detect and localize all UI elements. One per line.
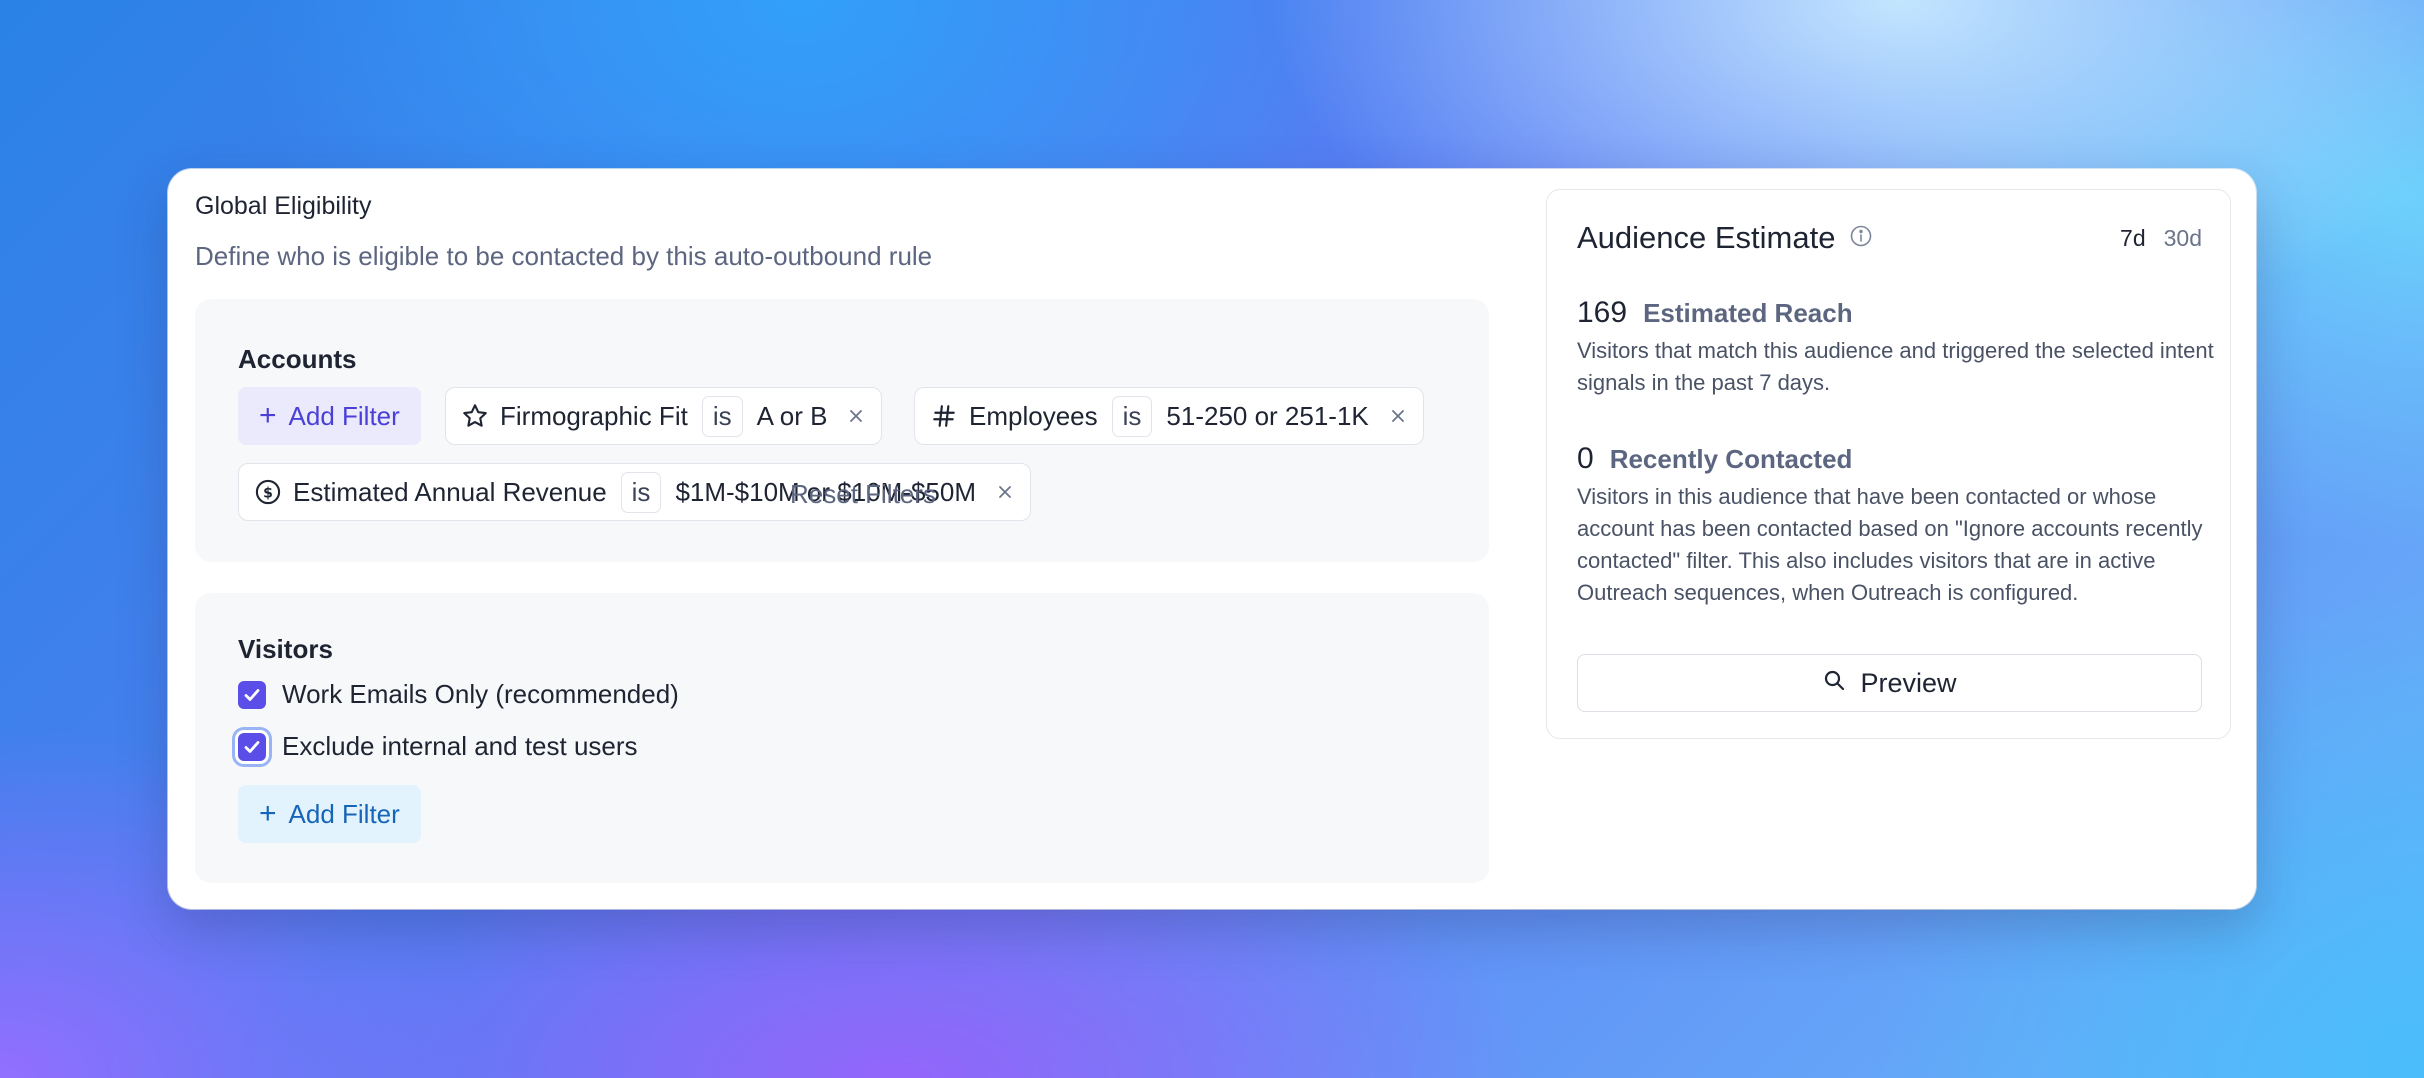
date-range-toggle: 7d 30d	[2120, 225, 2202, 252]
reset-filters-button[interactable]: Reset Filters	[790, 479, 936, 510]
filter-chip-employees[interactable]: Employees is 51-250 or 251-1K	[914, 387, 1424, 445]
remove-filter-close-icon[interactable]	[1387, 405, 1409, 427]
filter-operator[interactable]: is	[701, 395, 743, 437]
accounts-heading: Accounts	[238, 344, 357, 374]
filter-value[interactable]: A or B	[757, 401, 828, 432]
filter-operator[interactable]: is	[620, 471, 662, 513]
estimated-reach-value: 169	[1577, 296, 1628, 329]
preview-button[interactable]: Preview	[1577, 654, 2202, 712]
exclude-internal-users-option[interactable]: Exclude internal and test users	[238, 731, 638, 762]
filter-value[interactable]: 51-250 or 251-1K	[1166, 401, 1368, 432]
checkbox-checked-icon[interactable]	[238, 680, 266, 709]
filter-field: Firmographic Fit	[500, 400, 688, 431]
svg-text:$: $	[263, 485, 273, 501]
accounts-add-filter-button[interactable]: + Add Filter	[238, 387, 421, 445]
add-filter-label: Add Filter	[288, 798, 400, 829]
option-label: Exclude internal and test users	[282, 731, 638, 761]
checkbox-checked-icon[interactable]	[238, 732, 266, 761]
page-subtitle: Define who is eligible to be contacted b…	[195, 241, 933, 271]
visitors-add-filter-button[interactable]: + Add Filter	[238, 785, 421, 843]
visitors-panel: Visitors Work Emails Only (recommended) …	[195, 593, 1489, 883]
estimated-reach-stat: 169 Estimated Reach	[1577, 296, 1853, 330]
audience-estimate-panel: Audience Estimate 7d 30d 169 Estimated R…	[1546, 189, 2231, 739]
recently-contacted-description: Visitors in this audience that have been…	[1577, 484, 2203, 605]
accounts-panel: Accounts + Add Filter Firmographic Fit i…	[195, 299, 1489, 562]
hash-icon	[929, 401, 959, 431]
search-icon	[1822, 668, 1846, 699]
range-7d-button[interactable]: 7d	[2120, 225, 2146, 252]
work-emails-only-option[interactable]: Work Emails Only (recommended)	[238, 679, 679, 710]
filter-field: Estimated Annual Revenue	[293, 476, 607, 507]
range-30d-button[interactable]: 30d	[2164, 225, 2202, 252]
estimated-reach-description: Visitors that match this audience and tr…	[1577, 338, 2214, 395]
plus-icon: +	[259, 797, 277, 830]
recently-contacted-value: 0	[1577, 442, 1594, 475]
visitors-heading: Visitors	[238, 634, 333, 664]
info-icon[interactable]	[1849, 220, 1873, 256]
add-filter-label: Add Filter	[288, 400, 400, 431]
dollar-circle-icon: $	[253, 477, 283, 507]
option-label: Work Emails Only (recommended)	[282, 679, 679, 709]
filter-operator[interactable]: is	[1111, 395, 1153, 437]
remove-filter-close-icon[interactable]	[994, 481, 1016, 503]
filter-field: Employees	[969, 400, 1098, 431]
audience-title-text: Audience Estimate	[1577, 220, 1836, 255]
preview-label: Preview	[1860, 667, 1957, 698]
star-icon	[460, 401, 490, 431]
remove-filter-close-icon[interactable]	[845, 405, 867, 427]
plus-icon: +	[259, 399, 277, 432]
recently-contacted-label: Recently Contacted	[1609, 444, 1853, 474]
global-eligibility-card: Global Eligibility Define who is eligibl…	[168, 169, 2256, 909]
audience-estimate-title: Audience Estimate	[1577, 220, 1873, 256]
page-title: Global Eligibility	[195, 192, 372, 220]
filter-chip-firmographic-fit[interactable]: Firmographic Fit is A or B	[445, 387, 883, 445]
estimated-reach-label: Estimated Reach	[1643, 298, 1853, 328]
recently-contacted-stat: 0 Recently Contacted	[1577, 442, 1852, 476]
